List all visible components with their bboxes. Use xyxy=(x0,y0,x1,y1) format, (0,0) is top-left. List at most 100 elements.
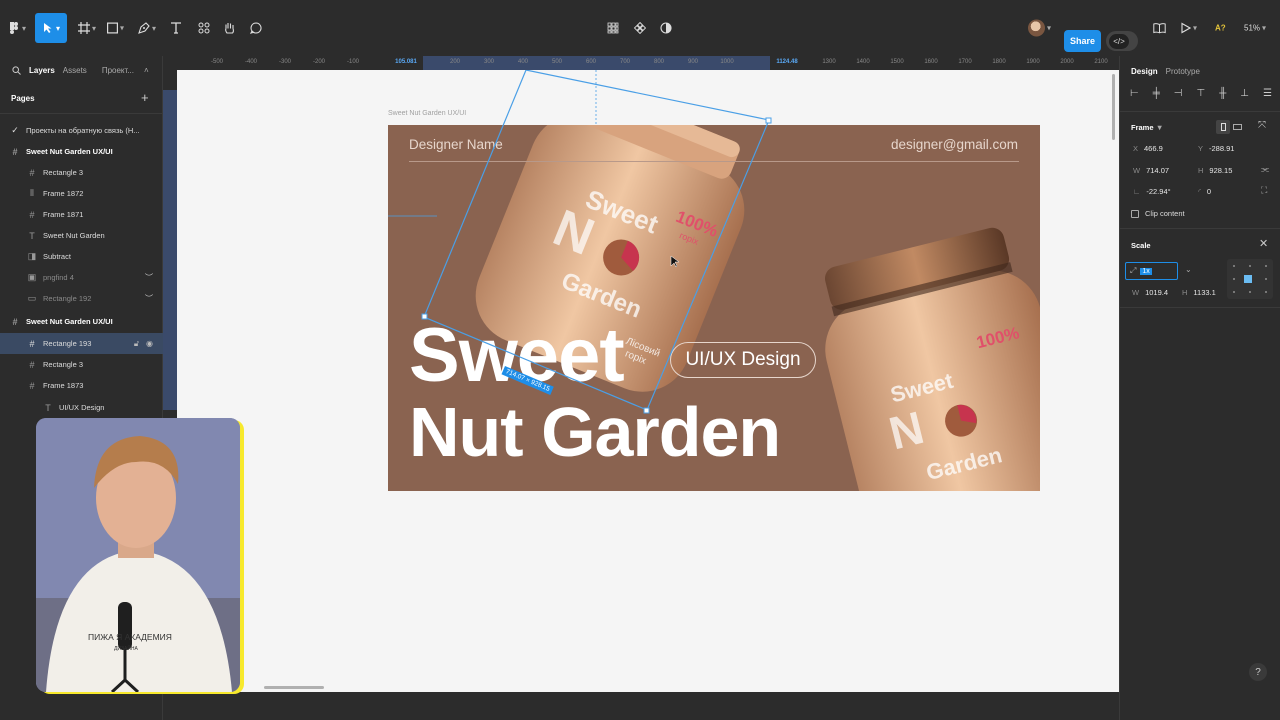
anchor-dot[interactable] xyxy=(1249,265,1251,267)
layer-row[interactable]: ▭ Rectangle 192 ︶ xyxy=(0,288,163,309)
frame-icon: # xyxy=(12,316,18,327)
anchor-dot[interactable] xyxy=(1265,278,1267,280)
resources-button[interactable] xyxy=(198,22,210,34)
width-field[interactable]: W 714.07 xyxy=(1133,166,1169,175)
text-tool-button[interactable] xyxy=(170,22,182,34)
align-left-icon[interactable]: ⊢ xyxy=(1130,88,1139,99)
tab-design[interactable]: Design xyxy=(1131,67,1158,76)
x-field[interactable]: X 466.9 xyxy=(1133,144,1163,153)
anchor-center[interactable] xyxy=(1244,275,1252,283)
library-button[interactable] xyxy=(1153,23,1166,34)
components-button[interactable] xyxy=(634,22,646,34)
add-page-button[interactable]: + xyxy=(141,90,149,105)
layer-row[interactable]: # Rectangle 3 xyxy=(0,162,163,183)
designer-email-text[interactable]: designer@gmail.com xyxy=(891,137,1018,152)
layer-row-frame[interactable]: # Sweet Nut Garden UX/UI xyxy=(0,311,163,332)
banner-frame[interactable]: Sweet N Garden 100% горіх Лісовий горіх … xyxy=(388,125,1040,491)
tab-assets[interactable]: Assets xyxy=(63,66,87,75)
search-icon[interactable] xyxy=(12,65,21,75)
distribute-icon[interactable]: ☰ xyxy=(1263,88,1272,99)
scale-anchor-grid[interactable] xyxy=(1227,259,1273,299)
tab-project[interactable]: Проект... xyxy=(102,66,134,75)
main-menu-button[interactable]: ▾ xyxy=(10,22,26,34)
layer-row[interactable]: T UI/UX Design xyxy=(0,397,163,418)
zoom-dropdown[interactable]: 51% ▾ xyxy=(1244,24,1266,33)
user-avatar-button[interactable]: ▾ xyxy=(1028,19,1051,37)
scale-dropdown-chevron-icon[interactable]: ⌄ xyxy=(1185,265,1192,274)
clip-content-checkbox[interactable]: Clip content xyxy=(1131,209,1185,218)
eye-icon[interactable]: ◉ xyxy=(146,339,153,348)
anchor-dot[interactable] xyxy=(1233,265,1235,267)
banner-title-line2[interactable]: Nut Garden xyxy=(409,397,781,467)
scale-h-value: 1133.1 xyxy=(1193,288,1216,297)
anchor-dot[interactable] xyxy=(1249,291,1251,293)
hidden-eye-icon[interactable]: ︶ xyxy=(145,272,153,283)
chevron-down-icon: ▾ xyxy=(92,23,97,33)
anchor-dot[interactable] xyxy=(1233,291,1235,293)
y-field[interactable]: Y -288.91 xyxy=(1198,144,1234,153)
pen-tool-button[interactable]: ▾ xyxy=(138,22,156,34)
zoom-value: 51% xyxy=(1244,23,1261,33)
align-top-icon[interactable]: ⊤ xyxy=(1196,88,1205,99)
layer-row[interactable]: ◨ Subtract xyxy=(0,246,163,267)
frame-section-title[interactable]: Frame ▾ xyxy=(1131,123,1162,132)
lock-icon[interactable]: 🔓︎ xyxy=(134,339,139,349)
scale-width-field[interactable]: W 1019.4 xyxy=(1132,288,1168,297)
layer-row[interactable]: # Frame 1873 xyxy=(0,375,163,396)
grid-layout-button[interactable] xyxy=(607,22,619,34)
close-scale-icon[interactable]: ✕ xyxy=(1259,237,1268,250)
align-bottom-icon[interactable]: ⊥ xyxy=(1240,88,1249,99)
share-button[interactable]: Share xyxy=(1064,30,1101,52)
resources-icon xyxy=(198,22,210,34)
align-right-icon[interactable]: ⊣ xyxy=(1174,88,1183,99)
layer-row[interactable]: # Rectangle 3 xyxy=(0,354,163,375)
dev-mode-toggle[interactable]: </> xyxy=(1106,31,1138,51)
missing-fonts-badge[interactable]: A? xyxy=(1215,24,1226,33)
present-button[interactable]: ▾ xyxy=(1181,22,1197,34)
corner-radius-field[interactable]: ◜ 0 xyxy=(1198,187,1211,196)
anchor-dot[interactable] xyxy=(1265,265,1267,267)
fit-frame-icon[interactable]: ⤧ xyxy=(1258,120,1266,131)
align-center-h-icon[interactable]: ╪ xyxy=(1153,88,1160,99)
help-button[interactable]: ? xyxy=(1249,663,1267,681)
layer-row[interactable]: T Sweet Nut Garden xyxy=(0,225,163,246)
layer-row-selected[interactable]: # Rectangle 193 🔓︎ ◉ xyxy=(0,333,163,354)
designer-name-text[interactable]: Designer Name xyxy=(409,137,503,152)
frame-label[interactable]: Sweet Nut Garden UX/UI xyxy=(388,110,466,117)
hand-tool-button[interactable] xyxy=(223,22,236,35)
independent-corners-icon[interactable]: ⛶ xyxy=(1261,185,1267,196)
chevron-up-icon[interactable]: ˄ xyxy=(144,66,149,75)
page-item-feedback[interactable]: ✓ Проекты на обратную связь (Н... xyxy=(0,120,163,141)
uiux-pill[interactable]: UI/UX Design xyxy=(670,342,816,378)
anchor-dot[interactable] xyxy=(1265,291,1267,293)
comment-tool-button[interactable] xyxy=(250,22,262,34)
layer-label: UI/UX Design xyxy=(59,403,105,412)
constrain-proportions-icon[interactable]: ⫘ xyxy=(1261,164,1269,175)
layer-row[interactable]: ⦀ Frame 1872 xyxy=(0,183,163,204)
layer-row[interactable]: ▣ pngfind 4 ︶ xyxy=(0,267,163,288)
move-tool-button[interactable]: ▾ xyxy=(35,13,67,43)
banner-title-line1[interactable]: Sweet xyxy=(409,318,625,394)
rotation-field[interactable]: ∟ -22.94° xyxy=(1133,187,1171,196)
height-field[interactable]: H 928.15 xyxy=(1198,166,1232,175)
layer-row[interactable]: # Frame 1871 xyxy=(0,204,163,225)
horizontal-scrollbar[interactable] xyxy=(264,686,324,689)
divider xyxy=(0,113,163,114)
vertical-scrollbar[interactable] xyxy=(1112,74,1115,140)
tab-prototype[interactable]: Prototype xyxy=(1166,67,1200,76)
frame-tool-button[interactable]: ▾ xyxy=(78,22,96,34)
anchor-dot[interactable] xyxy=(1233,278,1235,280)
resize-handle[interactable] xyxy=(765,117,772,124)
scale-height-field[interactable]: H 1133.1 xyxy=(1182,288,1216,297)
hidden-eye-icon[interactable]: ︶ xyxy=(145,293,153,304)
design-canvas[interactable]: Sweet Nut Garden UX/UI Sweet N Garden 10… xyxy=(177,70,1119,692)
layer-row-frame[interactable]: # Sweet Nut Garden UX/UI xyxy=(0,141,163,162)
tab-layers[interactable]: Layers xyxy=(29,66,55,75)
align-center-v-icon[interactable]: ╫ xyxy=(1219,88,1226,99)
scale-input[interactable]: ⤢ 1x xyxy=(1125,262,1178,280)
landscape-orientation-button[interactable] xyxy=(1233,124,1242,130)
x-value: 466.9 xyxy=(1144,144,1163,153)
portrait-orientation-button[interactable] xyxy=(1216,120,1230,134)
contrast-button[interactable] xyxy=(660,22,672,34)
shape-tool-button[interactable]: ▾ xyxy=(107,22,124,34)
